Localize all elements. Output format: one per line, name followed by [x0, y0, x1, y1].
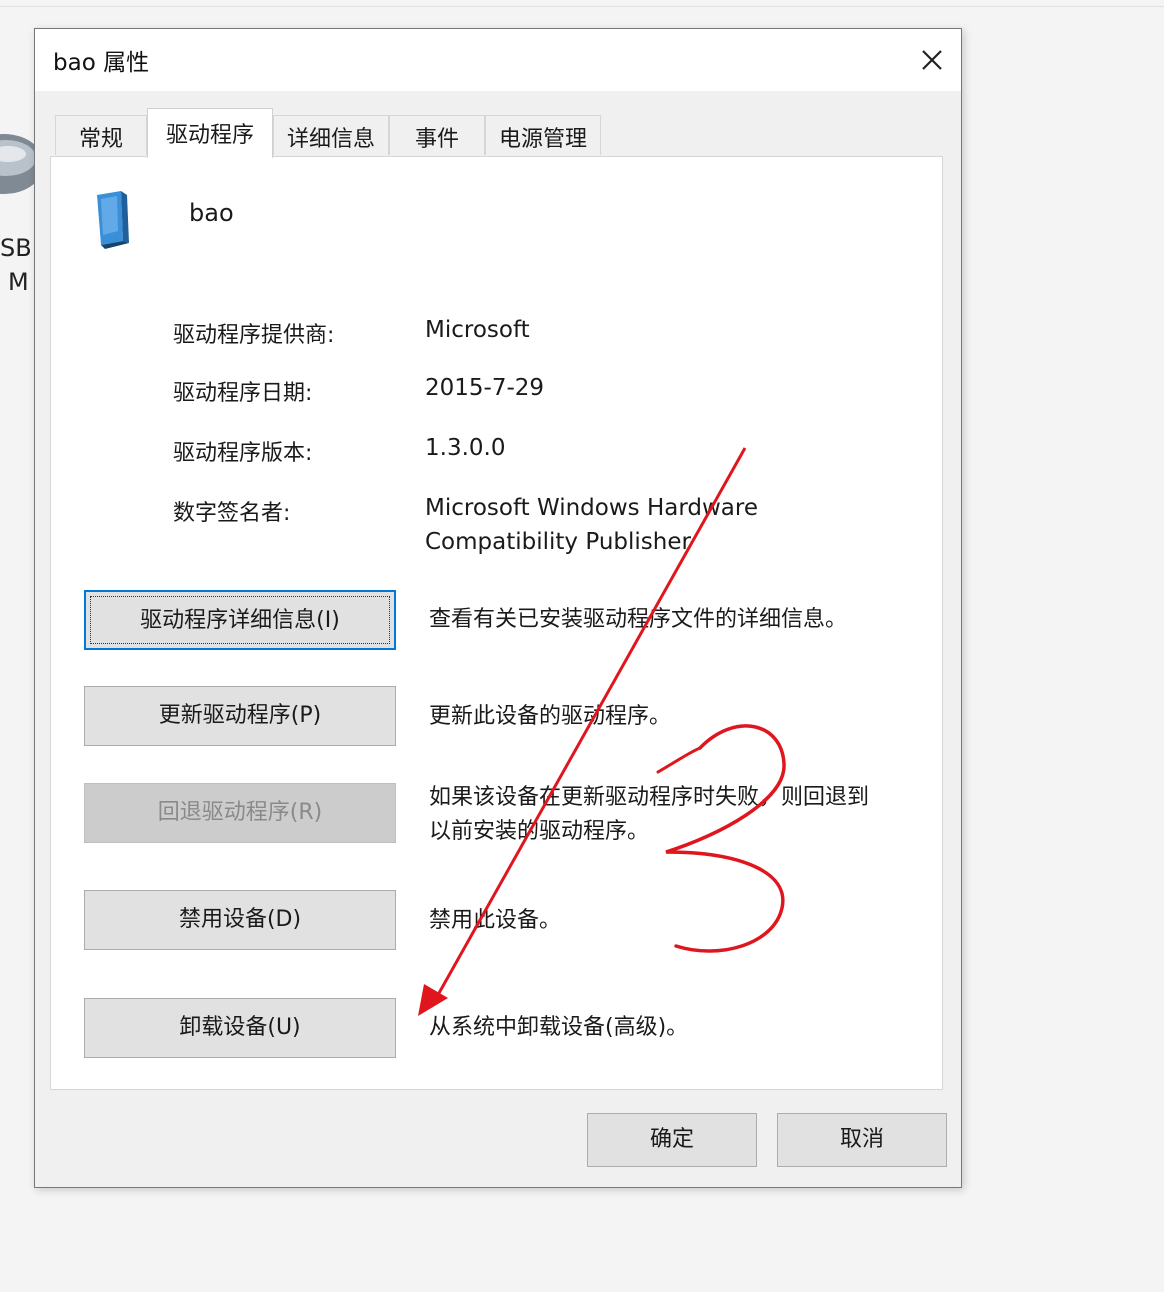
driver-details-description: 查看有关已安装驱动程序文件的详细信息。	[429, 607, 848, 632]
tab-general[interactable]: 常规	[55, 115, 147, 155]
signer-value-line2: Compatibility Publisher	[425, 529, 691, 555]
focus-rectangle	[90, 596, 390, 644]
close-icon[interactable]	[913, 41, 951, 79]
ok-button[interactable]: 确定	[587, 1113, 757, 1167]
version-value: 1.3.0.0	[425, 435, 506, 461]
disable-device-button[interactable]: 禁用设备(D)	[84, 890, 396, 950]
disable-device-description: 禁用此设备。	[429, 908, 562, 933]
rollback-driver-button: 回退驱动程序(R)	[84, 783, 396, 843]
update-driver-description: 更新此设备的驱动程序。	[429, 704, 672, 729]
tab-power-management[interactable]: 电源管理	[485, 115, 601, 155]
signer-label: 数字签名者:	[173, 501, 291, 526]
device-name: bao	[189, 199, 234, 227]
title-bar: bao 属性	[35, 29, 961, 91]
date-value: 2015-7-29	[425, 375, 545, 401]
tab-details[interactable]: 详细信息	[273, 115, 389, 155]
rollback-driver-description-line2: 以前安装的驱动程序。	[429, 819, 650, 844]
tab-events[interactable]: 事件	[389, 115, 485, 155]
background-usb-device-icon	[0, 134, 36, 194]
uninstall-device-button[interactable]: 卸载设备(U)	[84, 998, 396, 1058]
provider-label: 驱动程序提供商:	[173, 323, 335, 348]
device-icon	[97, 191, 129, 249]
uninstall-device-description: 从系统中卸载设备(高级)。	[429, 1015, 689, 1040]
driver-details-button[interactable]: 驱动程序详细信息(I)	[84, 590, 396, 650]
signer-value-line1: Microsoft Windows Hardware	[425, 495, 759, 521]
background-label-fragment-2: M	[8, 268, 29, 296]
date-label: 驱动程序日期:	[173, 381, 313, 406]
dialog-title: bao 属性	[53, 50, 150, 76]
properties-dialog: bao 属性 常规 驱动程序 详细信息 事件 电源管理 bao 驱动程序提供商:…	[34, 28, 962, 1188]
update-driver-button[interactable]: 更新驱动程序(P)	[84, 686, 396, 746]
rollback-driver-description-line1: 如果该设备在更新驱动程序时失败，则回退到	[429, 785, 870, 810]
version-label: 驱动程序版本:	[173, 441, 313, 466]
cancel-button[interactable]: 取消	[777, 1113, 947, 1167]
provider-value: Microsoft	[425, 317, 530, 343]
tab-driver[interactable]: 驱动程序	[147, 108, 273, 158]
driver-tab-panel: bao 驱动程序提供商: Microsoft 驱动程序日期: 2015-7-29…	[50, 156, 943, 1090]
top-divider	[0, 6, 1164, 7]
background-label-fragment: SB	[0, 234, 32, 262]
